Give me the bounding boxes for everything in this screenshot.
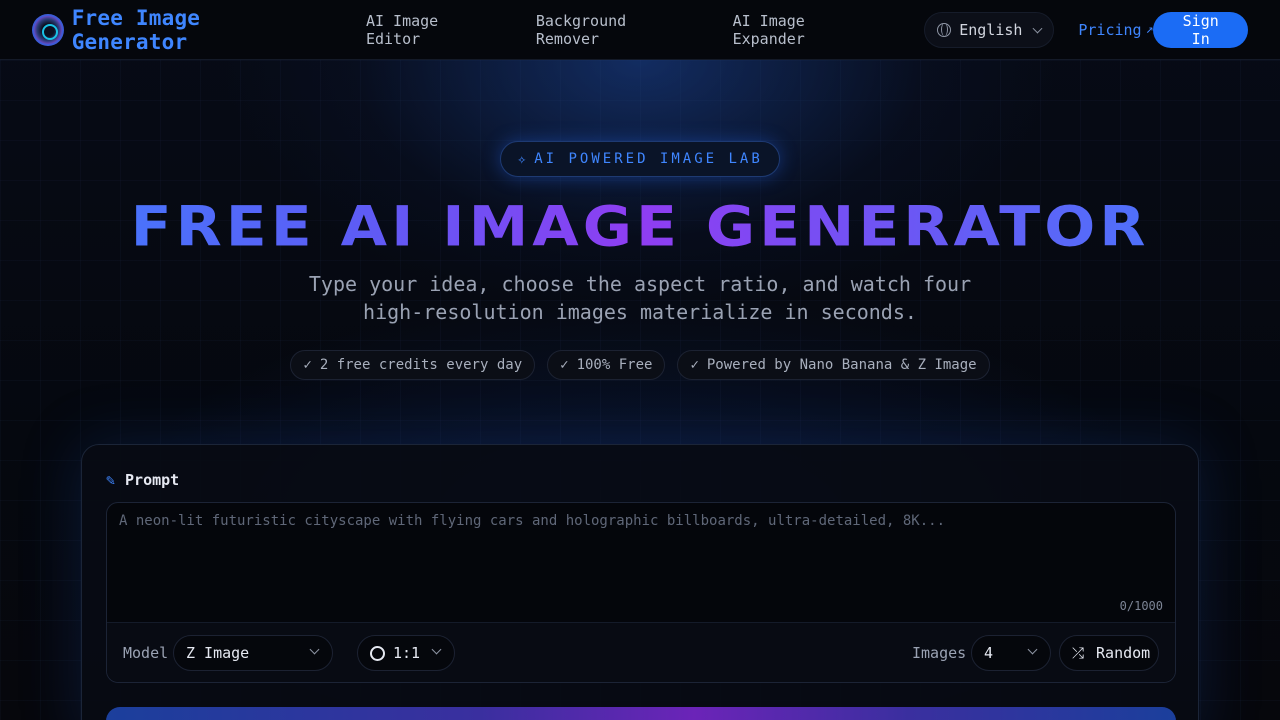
prompt-header: ✎ Prompt [106, 471, 179, 489]
prompt-label: Prompt [125, 471, 180, 489]
pricing-link[interactable]: Pricing ↗ [1078, 21, 1153, 39]
sparkle-icon: ✧ [517, 150, 527, 168]
model-select[interactable]: Z Image [173, 635, 333, 671]
prompt-controls: Model Z Image 1:1 Images 4 ⤮ Random [107, 622, 1175, 682]
character-counter: 0/1000 [1119, 599, 1163, 613]
hero-subtitle-line-1: Type your idea, choose the aspect ratio,… [308, 272, 972, 296]
hero-badge: ✧ AI POWERED IMAGE LAB [500, 141, 780, 177]
aspect-ratio-value: 1:1 [393, 644, 421, 662]
check-icon: ✓ [303, 357, 312, 373]
model-value: Z Image [186, 644, 250, 662]
language-selector[interactable]: English [924, 11, 1055, 48]
model-label: Model [123, 644, 169, 662]
random-prompt-button[interactable]: ⤮ Random [1059, 635, 1159, 671]
magic-wand-icon: ✎ [106, 471, 116, 489]
chevron-down-icon [1032, 23, 1043, 33]
brand-name: Free Image Generator [71, 5, 201, 54]
hero-subtitle: Type your idea, choose the aspect ratio,… [0, 270, 1280, 326]
feature-chip-label: Powered by Nano Banana & Z Image [706, 357, 977, 373]
feature-chip-free: ✓ 100% Free [547, 350, 666, 380]
language-label: English [959, 20, 1023, 39]
feature-chips: ✓ 2 free credits every day ✓ 100% Free ✓… [0, 350, 1280, 380]
shuffle-icon: ⤮ [1072, 644, 1085, 662]
hero-badge-label: AI POWERED IMAGE LAB [534, 151, 763, 167]
check-icon: ✓ [690, 357, 699, 373]
images-count-select[interactable]: 4 [971, 635, 1051, 671]
aspect-ratio-icon [370, 645, 385, 661]
random-label: Random [1096, 644, 1151, 662]
pricing-label: Pricing [1078, 20, 1142, 39]
hero-subtitle-line-2: high-resolution images materialize in se… [363, 300, 917, 324]
chevron-down-icon [1027, 644, 1038, 655]
globe-icon [937, 22, 952, 37]
prompt-box: 0/1000 Model Z Image 1:1 Images 4 ⤮ Rand… [106, 502, 1176, 683]
feature-chip-credits: ✓ 2 free credits every day [290, 350, 536, 380]
sign-in-button[interactable]: Sign In [1153, 11, 1248, 48]
external-link-icon: ↗ [1145, 22, 1154, 37]
check-icon: ✓ [560, 357, 569, 373]
nav-link-background-remover[interactable]: Background Remover [536, 12, 697, 48]
nav-link-ai-image-expander[interactable]: AI Image Expander [733, 12, 885, 48]
page-title: FREE AI IMAGE GENERATOR [0, 195, 1280, 259]
generator-panel: ✎ Prompt 0/1000 Model Z Image 1:1 Images… [81, 444, 1199, 720]
generate-button[interactable] [106, 707, 1176, 720]
prompt-input[interactable] [107, 503, 1175, 621]
aspect-ratio-select[interactable]: 1:1 [357, 635, 455, 671]
brand[interactable]: Free Image Generator [32, 6, 326, 54]
feature-chip-powered-by: ✓ Powered by Nano Banana & Z Image [677, 350, 990, 380]
images-label: Images [912, 644, 967, 662]
logo-icon [32, 13, 64, 46]
top-nav: Free Image Generator AI Image Editor Bac… [0, 0, 1280, 60]
nav-link-ai-image-editor[interactable]: AI Image Editor [366, 12, 500, 48]
feature-chip-label: 100% Free [576, 357, 653, 373]
nav-links: AI Image Editor Background Remover AI Im… [366, 12, 884, 48]
feature-chip-label: 2 free credits every day [319, 357, 523, 373]
chevron-down-icon [309, 644, 320, 655]
images-count-value: 4 [984, 644, 994, 662]
chevron-down-icon [431, 644, 442, 655]
